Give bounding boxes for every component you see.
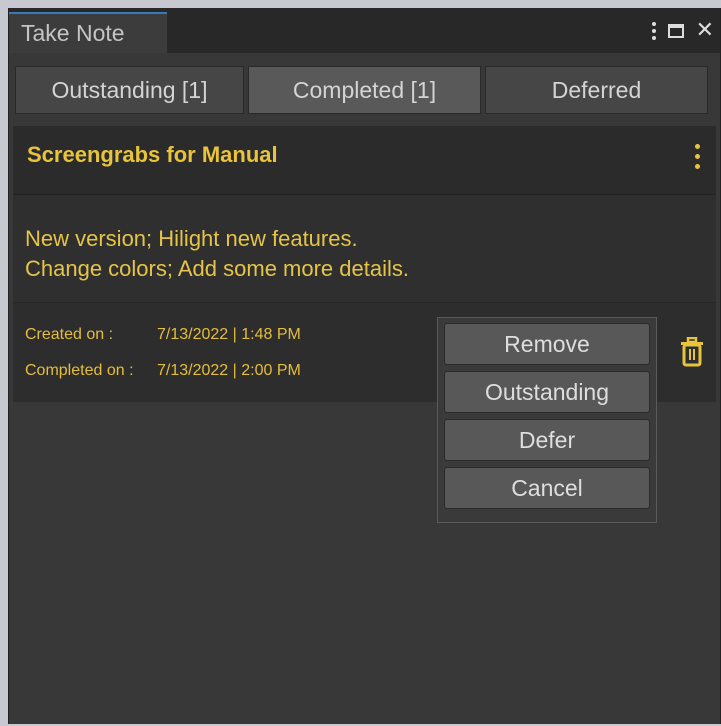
remove-button[interactable]: Remove [444,323,650,365]
completed-label: Completed on : [25,362,134,379]
outstanding-button[interactable]: Outstanding [444,371,650,413]
trash-icon[interactable] [680,337,704,367]
note-body-line: New version; Hilight new features. [25,226,358,251]
note-title: Screengrabs for Manual [27,142,278,167]
note-body: New version; Hilight new features. Chang… [13,196,716,303]
window-controls: ✕ [651,16,714,46]
window-menu-icon[interactable] [651,22,656,40]
tab-completed[interactable]: Completed [1] [248,66,481,114]
tab-bar: Outstanding [1] Completed [1] Deferred [15,66,716,122]
window-title: Take Note [21,20,125,46]
created-label: Created on : [25,326,114,343]
action-popup-menu: Remove Outstanding Defer Cancel [437,317,657,523]
title-bar: Take Note ✕ [9,8,720,53]
maximize-icon[interactable] [667,24,684,38]
note-body-line: Change colors; Add some more details. [25,256,409,281]
defer-button[interactable]: Defer [444,419,650,461]
take-note-window: Take Note ✕ Outstanding [1] Completed [1… [8,8,721,724]
completed-value: 7/13/2022 | 2:00 PM [157,362,301,379]
tab-deferred[interactable]: Deferred [485,66,708,114]
note-menu-icon[interactable] [695,144,700,169]
cancel-button[interactable]: Cancel [444,467,650,509]
close-icon[interactable]: ✕ [696,20,714,42]
window-title-tab[interactable]: Take Note [9,12,167,53]
note-header: Screengrabs for Manual [13,126,716,195]
created-on: Created on : 7/13/2022 | 1:48 PM [25,326,301,344]
completed-on: Completed on : 7/13/2022 | 2:00 PM [25,362,301,380]
tab-outstanding[interactable]: Outstanding [1] [15,66,244,114]
created-value: 7/13/2022 | 1:48 PM [157,326,301,343]
